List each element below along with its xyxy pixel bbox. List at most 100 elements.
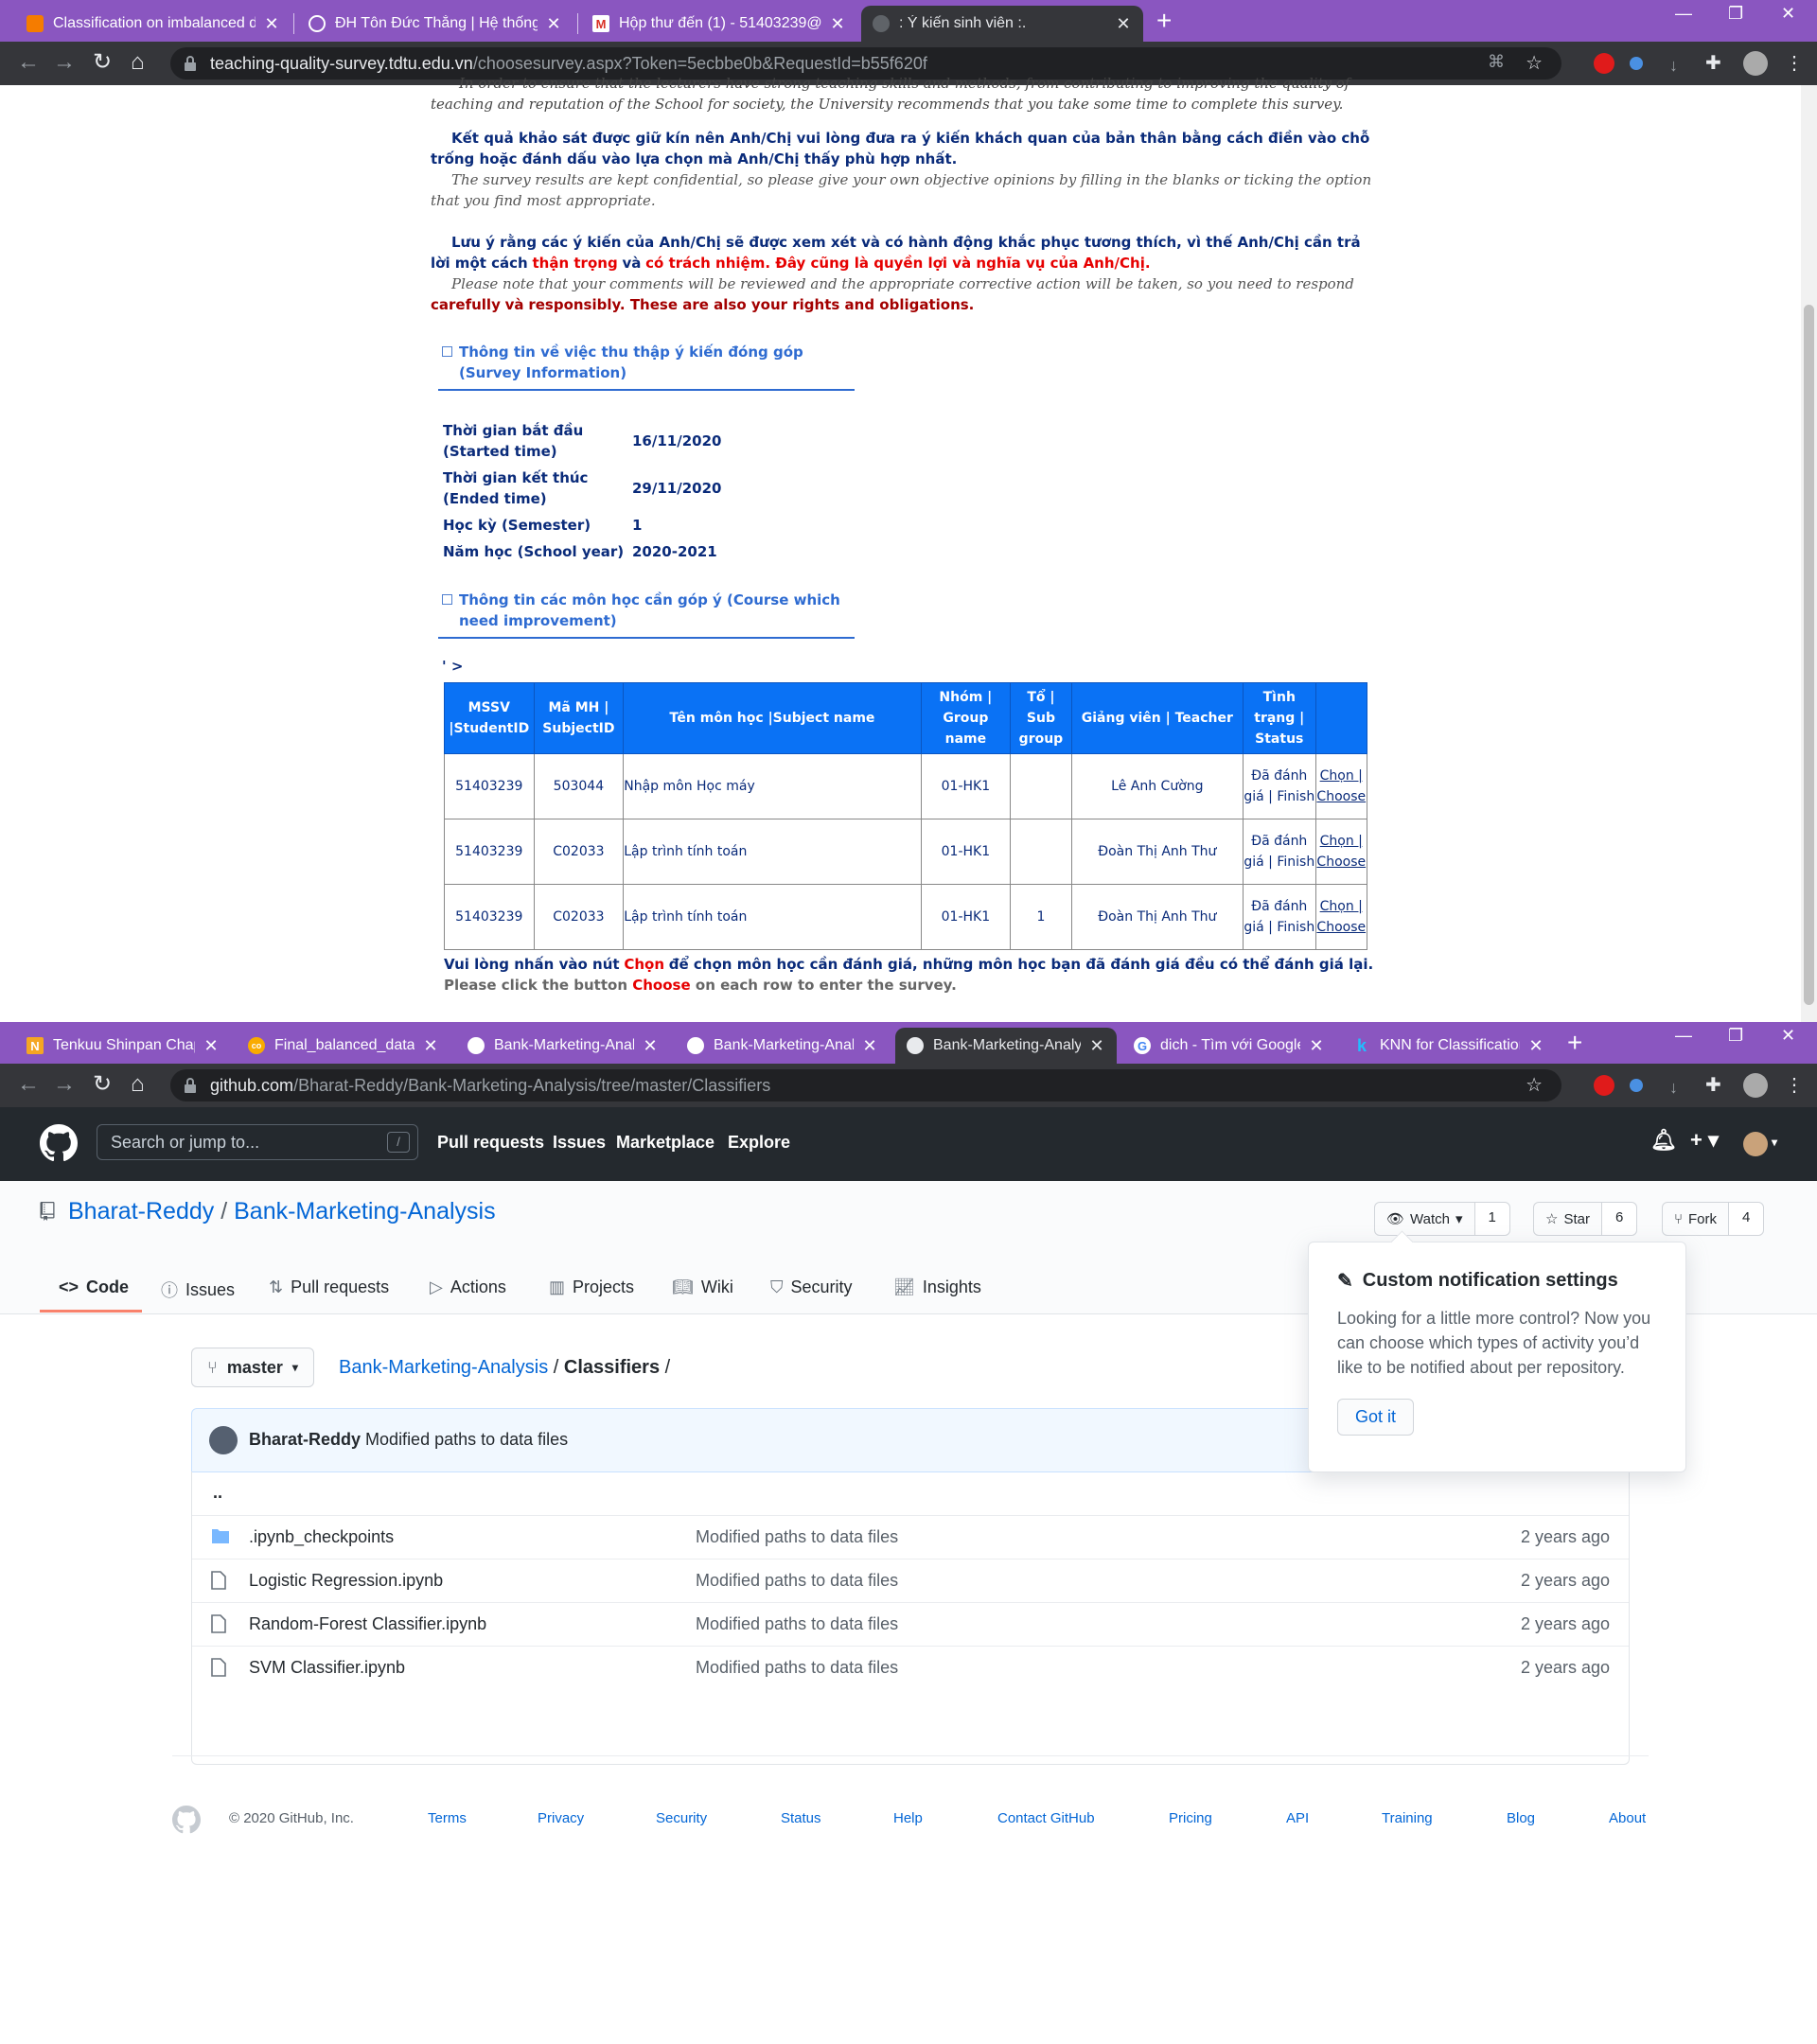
- footer-link-blog[interactable]: Blog: [1507, 1810, 1535, 1826]
- breadcrumb-repo-link[interactable]: Bank-Marketing-Analysis: [339, 1357, 548, 1378]
- chevron-down-icon[interactable]: ▾: [1772, 1136, 1777, 1149]
- repo-name-link[interactable]: Bank-Marketing-Analysis: [234, 1198, 496, 1225]
- file-commit[interactable]: Modified paths to data files: [696, 1614, 898, 1634]
- commit-message[interactable]: Modified paths to data files: [365, 1430, 568, 1449]
- tab-survey-active[interactable]: : Ý kiến sinh viên :. ✕: [861, 6, 1143, 42]
- close-icon[interactable]: ✕: [1115, 14, 1132, 34]
- footer-link-status[interactable]: Status: [781, 1810, 821, 1826]
- minimize-button[interactable]: —: [1675, 1026, 1692, 1046]
- forward-button[interactable]: →: [53, 1072, 76, 1097]
- file-name[interactable]: SVM Classifier.ipynb: [249, 1658, 405, 1678]
- fork-count[interactable]: 4: [1729, 1203, 1764, 1235]
- branch-select[interactable]: ⑂ master ▾: [191, 1348, 314, 1387]
- choose-link[interactable]: Chọn | Choose: [1316, 768, 1366, 804]
- nav-explore[interactable]: Explore: [728, 1133, 790, 1153]
- bell-icon[interactable]: 🔔︎: [1650, 1128, 1677, 1153]
- tab-pull-requests[interactable]: ⇅ Pull requests: [269, 1278, 389, 1297]
- footer-link-privacy[interactable]: Privacy: [538, 1810, 584, 1826]
- parent-dir-row[interactable]: ..: [192, 1471, 1629, 1515]
- footer-link-contact[interactable]: Contact GitHub: [997, 1810, 1095, 1826]
- close-window-button[interactable]: ✕: [1781, 4, 1795, 24]
- star-count[interactable]: 6: [1601, 1203, 1637, 1235]
- tab-classification[interactable]: Classification on imbalanced dat ✕: [15, 6, 291, 42]
- close-icon[interactable]: ✕: [263, 14, 280, 34]
- extension-icon[interactable]: [1630, 57, 1643, 70]
- translate-icon[interactable]: ⌘: [1488, 52, 1505, 72]
- list-item[interactable]: Logistic Regression.ipynb Modified paths…: [192, 1559, 1629, 1602]
- page-scrollbar[interactable]: [1801, 85, 1817, 1022]
- close-icon[interactable]: ✕: [861, 1036, 878, 1056]
- choose-link[interactable]: Chọn | Choose: [1316, 899, 1366, 935]
- watch-count[interactable]: 1: [1474, 1203, 1509, 1235]
- download-icon[interactable]: ↓: [1669, 1075, 1678, 1100]
- tab-tenkuu[interactable]: N Tenkuu Shinpan Chap ✕: [15, 1028, 231, 1064]
- close-icon[interactable]: ✕: [642, 1036, 659, 1056]
- bookmark-star-icon[interactable]: ☆: [1526, 51, 1543, 75]
- footer-link-about[interactable]: About: [1609, 1810, 1646, 1826]
- close-window-button[interactable]: ✕: [1781, 1026, 1795, 1046]
- tab-github-1[interactable]: Bank-Marketing-Analy ✕: [456, 1028, 670, 1064]
- close-icon[interactable]: ✕: [422, 1036, 439, 1056]
- tab-wiki[interactable]: 📖︎ Wiki: [672, 1278, 733, 1297]
- restore-button[interactable]: ❐: [1728, 4, 1743, 24]
- tab-gmail[interactable]: M Hộp thư đến (1) - 51403239@stu ✕: [581, 6, 857, 42]
- reload-button[interactable]: ↻: [93, 50, 112, 75]
- fork-button[interactable]: ⑂ Fork 4: [1662, 1202, 1765, 1236]
- file-commit[interactable]: Modified paths to data files: [696, 1571, 898, 1591]
- list-item[interactable]: .ipynb_checkpoints Modified paths to dat…: [192, 1515, 1629, 1559]
- adblock-icon[interactable]: [1594, 53, 1614, 74]
- github-logo-icon[interactable]: [172, 1806, 201, 1834]
- forward-button[interactable]: →: [53, 50, 76, 75]
- address-bar[interactable]: github.com/Bharat-Reddy/Bank-Marketing-A…: [170, 1069, 1561, 1101]
- tab-projects[interactable]: ▥ Projects: [549, 1278, 634, 1297]
- menu-kebab-icon[interactable]: ⋮: [1785, 51, 1804, 76]
- bookmark-star-icon[interactable]: ☆: [1526, 1073, 1543, 1097]
- list-item[interactable]: SVM Classifier.ipynb Modified paths to d…: [192, 1646, 1629, 1689]
- footer-link-security[interactable]: Security: [656, 1810, 707, 1826]
- choose-link[interactable]: Chọn | Choose: [1316, 834, 1366, 870]
- file-commit[interactable]: Modified paths to data files: [696, 1527, 898, 1547]
- nav-issues[interactable]: Issues: [553, 1133, 606, 1153]
- footer-link-api[interactable]: API: [1286, 1810, 1309, 1826]
- got-it-button[interactable]: Got it: [1337, 1399, 1415, 1436]
- menu-kebab-icon[interactable]: ⋮: [1785, 1073, 1804, 1098]
- list-item[interactable]: Random-Forest Classifier.ipynb Modified …: [192, 1602, 1629, 1646]
- reload-button[interactable]: ↻: [93, 1072, 112, 1097]
- new-tab-button[interactable]: +: [1156, 6, 1172, 36]
- close-icon[interactable]: ✕: [1308, 1036, 1325, 1056]
- commit-author[interactable]: Bharat-Reddy: [249, 1430, 361, 1449]
- close-icon[interactable]: ✕: [203, 1036, 220, 1056]
- avatar[interactable]: [1743, 51, 1768, 76]
- avatar[interactable]: [1743, 1073, 1768, 1098]
- tab-code[interactable]: <> Code: [59, 1278, 129, 1297]
- watch-button[interactable]: 👁︎ Watch ▾ 1: [1374, 1202, 1510, 1236]
- survey-info-heading[interactable]: Thông tin về việc thu thập ý kiến đóng g…: [438, 342, 855, 391]
- file-name[interactable]: Logistic Regression.ipynb: [249, 1571, 443, 1591]
- tab-google[interactable]: G dich - Tìm với Google ✕: [1122, 1028, 1336, 1064]
- avatar[interactable]: [209, 1426, 238, 1454]
- download-icon[interactable]: ↓: [1669, 53, 1678, 78]
- puzzle-icon[interactable]: ✚: [1705, 1073, 1721, 1098]
- plus-dropdown-icon[interactable]: + ▾: [1690, 1128, 1719, 1153]
- footer-link-help[interactable]: Help: [893, 1810, 923, 1826]
- tab-security[interactable]: ⛉ Security: [770, 1278, 853, 1297]
- close-icon[interactable]: ✕: [829, 14, 846, 34]
- tab-tdtu-system[interactable]: ĐH Tôn Đức Thắng | Hệ thống th ✕: [297, 6, 573, 42]
- tab-github-active[interactable]: Bank-Marketing-Analy ✕: [895, 1028, 1117, 1064]
- avatar[interactable]: [1743, 1132, 1768, 1156]
- footer-link-pricing[interactable]: Pricing: [1169, 1810, 1212, 1826]
- tab-issues[interactable]: ⓘ Issues: [161, 1278, 235, 1302]
- puzzle-icon[interactable]: ✚: [1705, 51, 1721, 76]
- back-button[interactable]: ←: [17, 50, 40, 75]
- github-logo-icon[interactable]: [40, 1124, 78, 1162]
- tab-actions[interactable]: ▷ Actions: [430, 1278, 506, 1297]
- github-search-input[interactable]: Search or jump to... /: [97, 1124, 418, 1160]
- back-button[interactable]: ←: [17, 1072, 40, 1097]
- close-icon[interactable]: ✕: [545, 14, 562, 34]
- star-button[interactable]: ☆ Star 6: [1533, 1202, 1638, 1236]
- file-commit[interactable]: Modified paths to data files: [696, 1658, 898, 1678]
- tab-insights[interactable]: 📈︎ Insights: [893, 1278, 981, 1297]
- tab-colab[interactable]: co Final_balanced_dataset ✕: [237, 1028, 450, 1064]
- extension-icon[interactable]: [1630, 1079, 1643, 1092]
- nav-pull-requests[interactable]: Pull requests: [437, 1133, 544, 1153]
